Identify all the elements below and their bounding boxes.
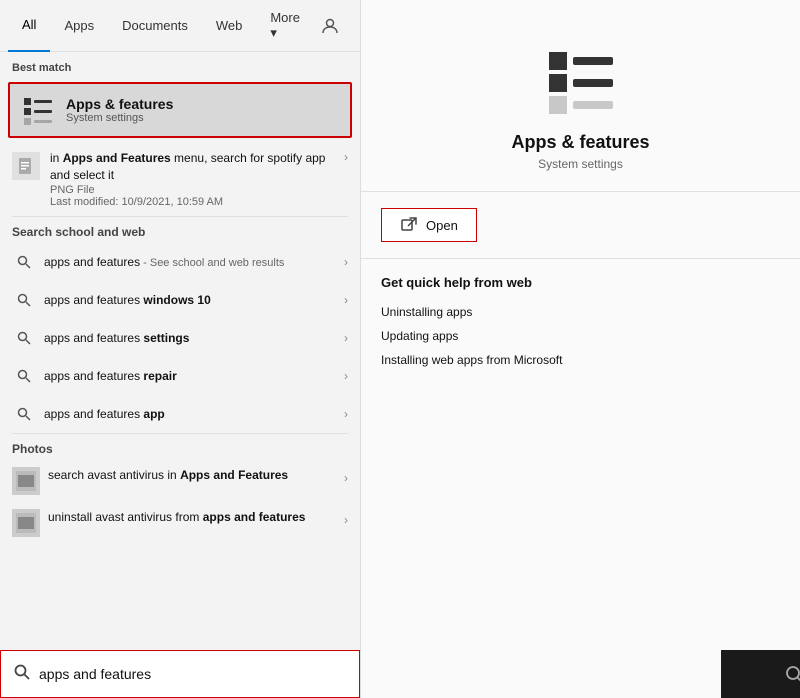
best-match-label: Best match	[0, 52, 360, 78]
photo-result-1[interactable]: search avast antivirus in Apps and Featu…	[0, 460, 360, 502]
search-icon-2	[12, 288, 36, 312]
photo-thumb-1	[12, 467, 40, 495]
quick-help-title: Get quick help from web	[381, 275, 780, 290]
detail-actions: Open	[361, 192, 800, 259]
search-panel: All Apps Documents Web More ▾ ···	[0, 0, 360, 698]
photo-result-2[interactable]: uninstall avast antivirus from apps and …	[0, 502, 360, 544]
photos-section-label: Photos	[0, 434, 360, 460]
web-result-5[interactable]: apps and features app ›	[0, 395, 360, 433]
open-button[interactable]: Open	[381, 208, 477, 242]
tab-more[interactable]: More ▾	[256, 0, 314, 52]
web-result-arrow-3: ›	[344, 331, 348, 345]
web-result-arrow-1: ›	[344, 255, 348, 269]
content-area: Best match Apps & features System settin…	[0, 52, 360, 650]
web-result-2[interactable]: apps and features windows 10 ›	[0, 281, 360, 319]
web-section-label: Search school and web	[0, 217, 360, 243]
file-icon	[12, 152, 40, 180]
taskbar: S	[721, 650, 800, 698]
help-link-1[interactable]: Uninstalling apps	[381, 300, 780, 324]
best-match-item[interactable]: Apps & features System settings	[8, 82, 352, 138]
search-input[interactable]	[39, 666, 347, 682]
search-icon-3	[12, 326, 36, 350]
best-match-text: Apps & features System settings	[66, 96, 173, 124]
search-box	[0, 650, 360, 698]
photo-result-arrow-2: ›	[344, 513, 348, 527]
detail-panel: Apps & features System settings Open Get…	[360, 0, 800, 698]
web-result-arrow-4: ›	[344, 369, 348, 383]
help-link-2[interactable]: Updating apps	[381, 324, 780, 348]
search-icon-1	[12, 250, 36, 274]
search-icon-4	[12, 364, 36, 388]
detail-title: Apps & features	[511, 132, 649, 153]
photo-result-arrow-1: ›	[344, 471, 348, 485]
photo-thumb-2	[12, 509, 40, 537]
tab-web[interactable]: Web	[202, 0, 257, 52]
detail-app-icon	[541, 40, 621, 120]
file-info: in Apps and Features menu, search for sp…	[50, 150, 334, 208]
web-result-3[interactable]: apps and features settings ›	[0, 319, 360, 357]
search-icon-5	[12, 402, 36, 426]
web-result-arrow-5: ›	[344, 407, 348, 421]
apps-features-icon	[20, 92, 56, 128]
person-icon[interactable]	[314, 10, 346, 42]
file-result-arrow: ›	[344, 150, 348, 164]
tab-all[interactable]: All	[8, 0, 50, 52]
tab-apps[interactable]: Apps	[50, 0, 108, 52]
search-box-icon	[13, 663, 31, 686]
quick-help: Get quick help from web Uninstalling app…	[361, 259, 800, 388]
file-result-item[interactable]: in Apps and Features menu, search for sp…	[0, 142, 360, 216]
help-link-3[interactable]: Installing web apps from Microsoft	[381, 348, 780, 372]
web-result-1[interactable]: apps and features - See school and web r…	[0, 243, 360, 281]
detail-header: Apps & features System settings	[361, 0, 800, 192]
tab-documents[interactable]: Documents	[108, 0, 202, 52]
tab-bar: All Apps Documents Web More ▾ ···	[0, 0, 360, 52]
open-label: Open	[426, 218, 458, 233]
taskbar-search-icon[interactable]	[776, 656, 800, 692]
web-result-4[interactable]: apps and features repair ›	[0, 357, 360, 395]
detail-subtitle: System settings	[538, 157, 623, 171]
web-result-arrow-2: ›	[344, 293, 348, 307]
